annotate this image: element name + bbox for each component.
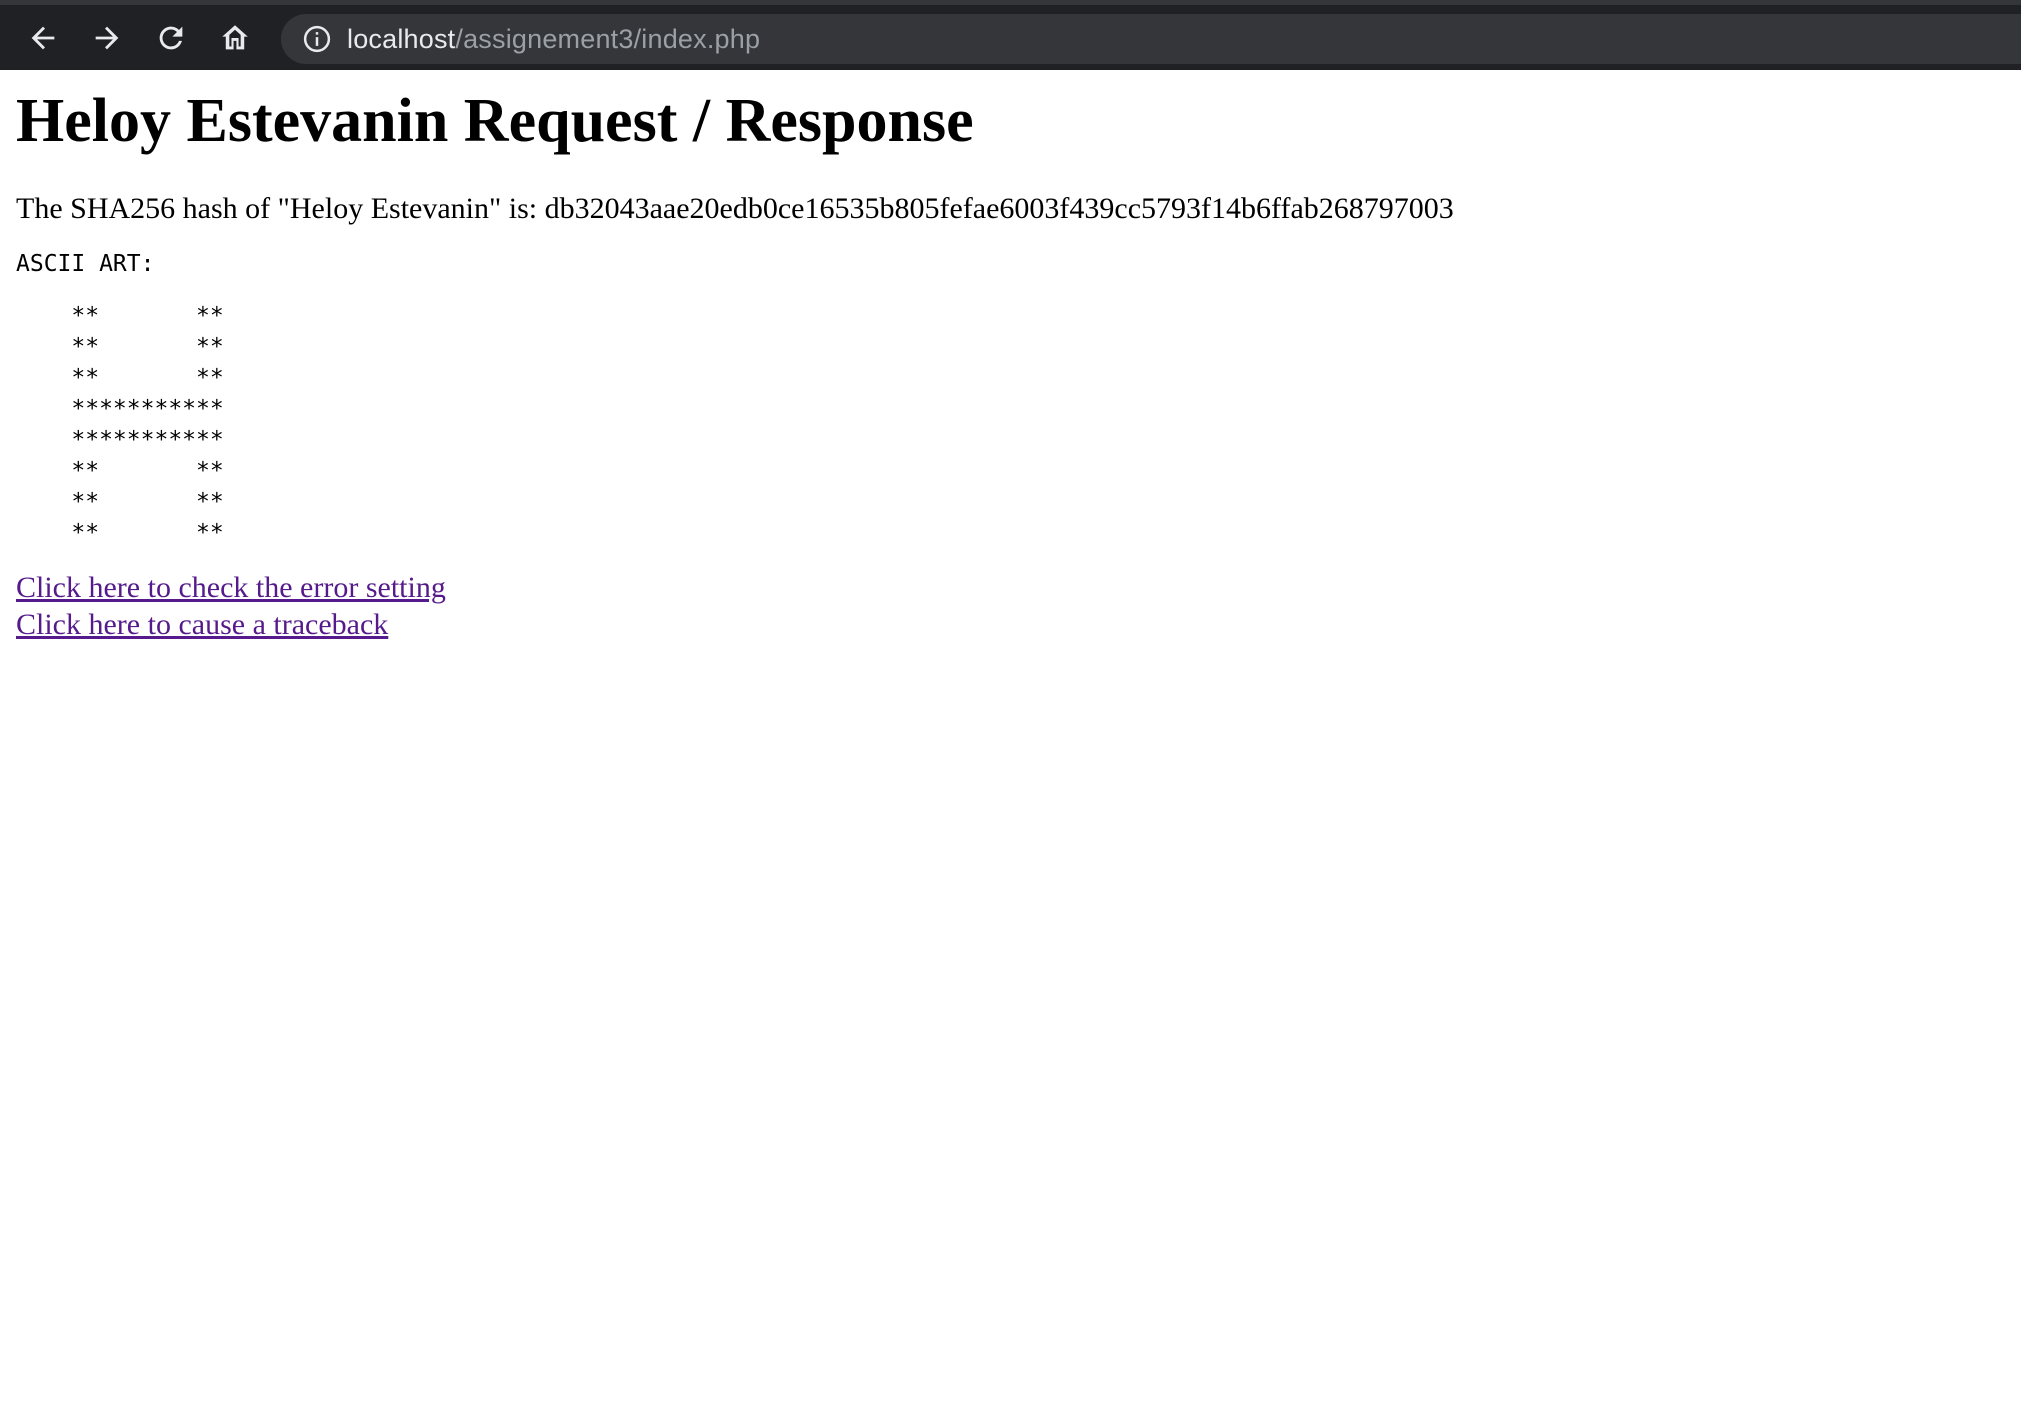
url-text[interactable]: localhost/assignement3/index.php [347, 24, 760, 55]
browser-toolbar: localhost/assignement3/index.php [0, 0, 2021, 70]
back-button[interactable] [21, 16, 65, 60]
address-bar[interactable]: localhost/assignement3/index.php [281, 14, 2021, 64]
info-icon[interactable] [301, 23, 333, 55]
forward-button[interactable] [85, 16, 129, 60]
forward-arrow-icon [95, 26, 119, 50]
url-path: /assignement3/index.php [455, 23, 761, 54]
url-host: localhost [347, 23, 456, 54]
back-arrow-icon [31, 26, 55, 50]
ascii-art: ** ** ** ** ** ** *********** **********… [71, 303, 224, 547]
ascii-art-label: ASCII ART: [16, 251, 155, 278]
links-section: Click here to check the error setting Cl… [16, 569, 2006, 643]
page-content: Heloy Estevanin Request / Response The S… [16, 70, 2006, 643]
reload-button[interactable] [149, 16, 193, 60]
home-button[interactable] [213, 16, 257, 60]
reload-icon [159, 26, 183, 50]
traceback-link[interactable]: Click here to cause a traceback [16, 606, 388, 643]
home-icon [222, 25, 248, 50]
page-title: Heloy Estevanin Request / Response [16, 87, 974, 155]
hash-text: The SHA256 hash of "Heloy Estevanin" is:… [16, 192, 1454, 226]
error-setting-link[interactable]: Click here to check the error setting [16, 569, 446, 606]
